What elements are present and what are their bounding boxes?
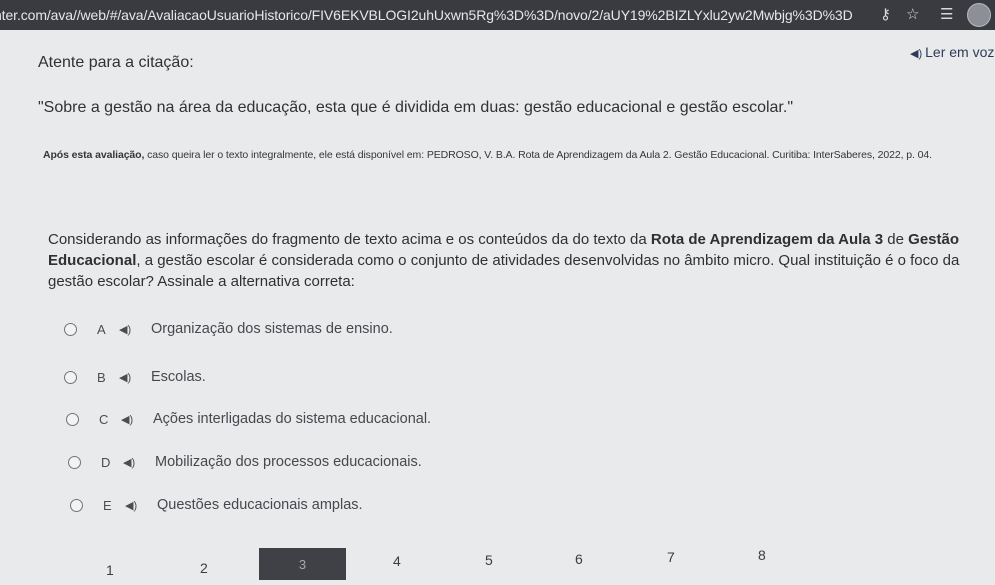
url-text[interactable]: nter.com/ava//web/#/ava/AvaliacaoUsuario… xyxy=(0,7,853,23)
option-text: Ações interligadas do sistema educaciona… xyxy=(153,411,432,427)
option-c[interactable]: C ◀) Ações interligadas do sistema educa… xyxy=(66,411,431,427)
page-button-6[interactable]: 6 xyxy=(575,551,583,567)
speaker-icon[interactable]: ◀) xyxy=(119,371,151,384)
option-text: Questões educacionais amplas. xyxy=(157,497,363,513)
option-letter: D xyxy=(101,454,111,470)
page-button-8[interactable]: 8 xyxy=(758,547,766,563)
option-letter: C xyxy=(99,411,109,427)
radio-button[interactable] xyxy=(70,498,83,512)
page-button-4[interactable]: 4 xyxy=(393,553,401,569)
question-part: de xyxy=(883,231,909,248)
option-e[interactable]: E ◀) Questões educacionais amplas. xyxy=(70,497,363,513)
page-button-2[interactable]: 2 xyxy=(200,560,208,576)
option-text: Escolas. xyxy=(151,369,206,385)
option-b[interactable]: B ◀) Escolas. xyxy=(64,369,206,385)
option-d[interactable]: D ◀) Mobilização dos processos educacion… xyxy=(68,454,422,470)
citation-quote: "Sobre a gestão na área da educação, est… xyxy=(38,99,793,116)
star-icon[interactable]: ☆ xyxy=(906,5,919,23)
page-button-1[interactable]: 1 xyxy=(106,562,114,578)
speaker-icon[interactable]: ◀) xyxy=(123,456,155,469)
option-letter: E xyxy=(103,497,112,513)
profile-avatar[interactable] xyxy=(967,3,991,27)
radio-button[interactable] xyxy=(64,370,77,384)
speaker-icon[interactable]: ◀) xyxy=(121,413,153,426)
speaker-icon: ◀) xyxy=(910,48,923,60)
option-letter: B xyxy=(97,369,106,385)
speaker-icon[interactable]: ◀) xyxy=(119,323,151,336)
option-letter: A xyxy=(97,321,106,337)
citation-source: Após esta avaliação, caso queira ler o t… xyxy=(43,149,932,161)
browser-address-bar[interactable]: nter.com/ava//web/#/ava/AvaliacaoUsuario… xyxy=(0,0,995,30)
page-button-current[interactable]: 3 xyxy=(259,548,346,580)
key-icon[interactable]: ⚷ xyxy=(880,5,891,23)
page-button-7[interactable]: 7 xyxy=(667,549,675,565)
question-text: Considerando as informações do fragmento… xyxy=(48,229,995,292)
read-aloud-label: Ler em voz xyxy=(925,44,995,60)
page-button-5[interactable]: 5 xyxy=(485,552,493,568)
radio-button[interactable] xyxy=(64,322,77,336)
option-text: Organização dos sistemas de ensino. xyxy=(151,321,393,337)
source-text: caso queira ler o texto integralmente, e… xyxy=(144,149,932,161)
radio-button[interactable] xyxy=(68,455,81,469)
speaker-icon[interactable]: ◀) xyxy=(125,499,157,512)
reading-list-icon[interactable]: ☰ xyxy=(940,5,953,23)
radio-button[interactable] xyxy=(66,412,79,426)
option-text: Mobilização dos processos educacionais. xyxy=(155,454,422,470)
citation-label: Atente para a citação: xyxy=(38,54,194,71)
source-bold: Após esta avaliação, xyxy=(43,149,145,161)
question-bold: Rota de Aprendizagem da Aula 3 xyxy=(650,231,884,248)
read-aloud-button[interactable]: ◀) Ler em voz xyxy=(910,44,994,60)
question-part: Considerando as informações do fragmento… xyxy=(48,231,651,248)
question-part: , a gestão escolar é considerada como o … xyxy=(48,252,960,290)
option-a[interactable]: A ◀) Organização dos sistemas de ensino. xyxy=(64,321,393,337)
